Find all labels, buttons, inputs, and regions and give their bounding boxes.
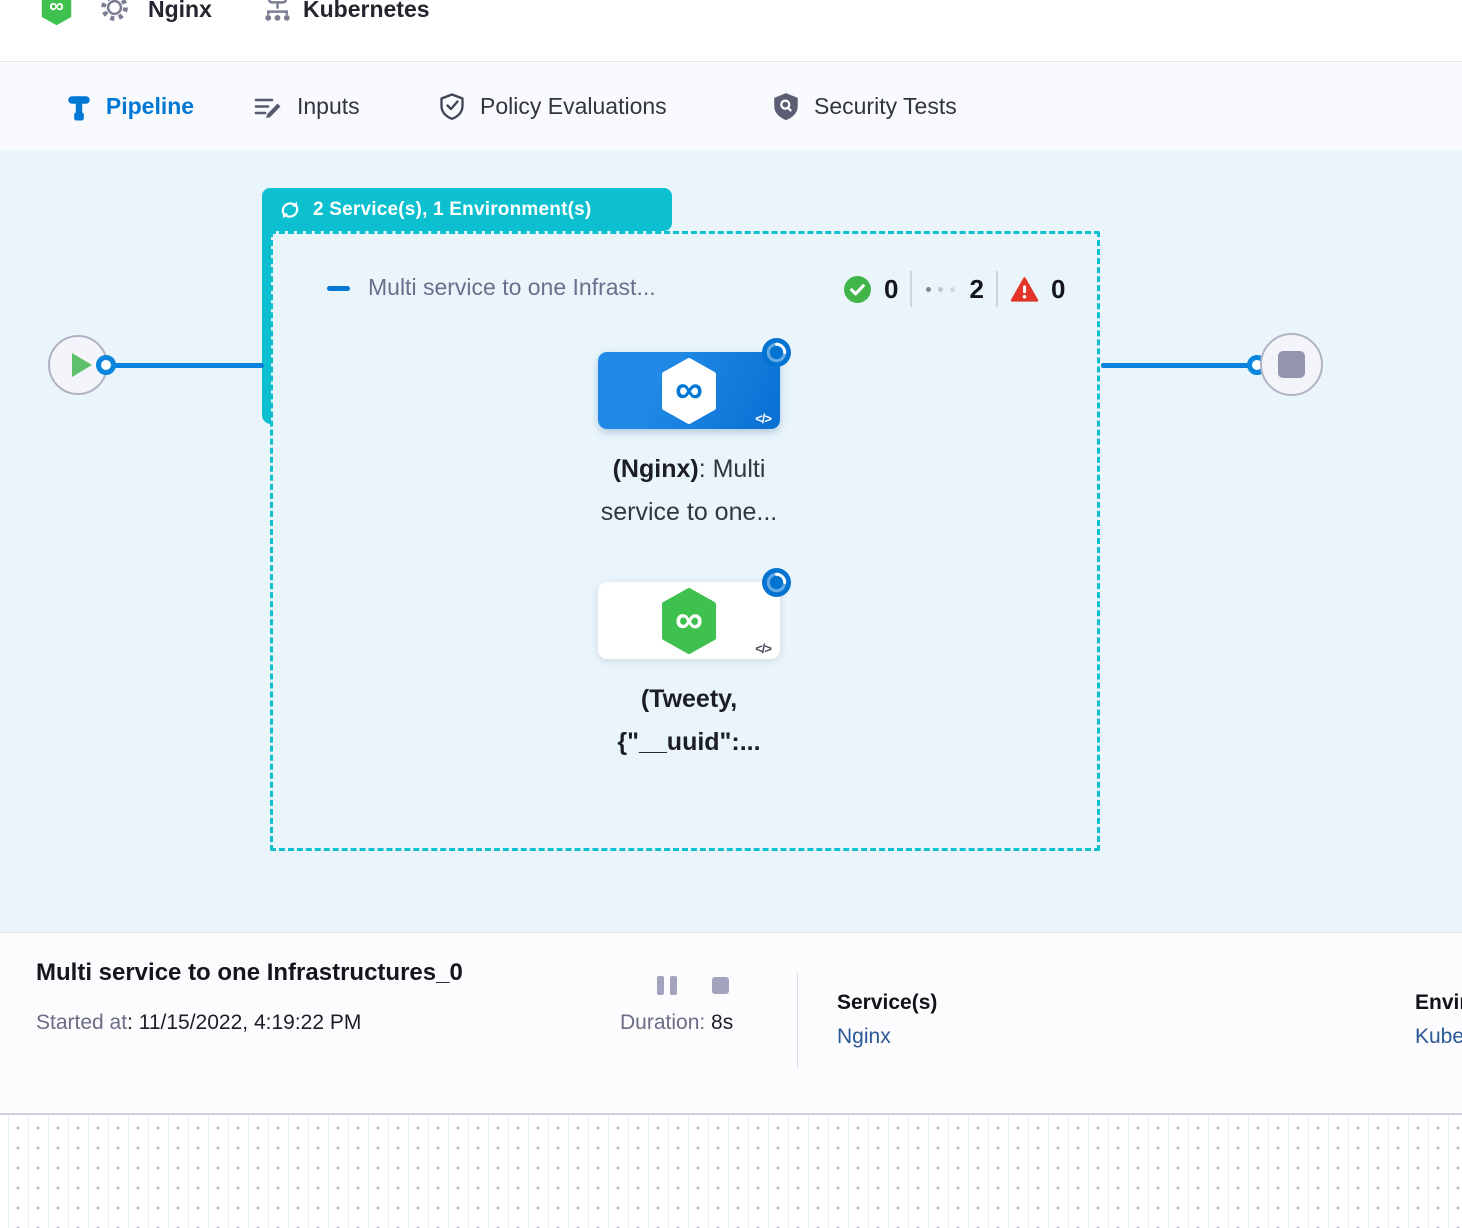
- harness-node-icon: ∞: [659, 358, 719, 424]
- services-environments-badge[interactable]: 2 Service(s), 1 Environment(s): [262, 188, 672, 231]
- pipeline-end-node[interactable]: [1260, 333, 1323, 396]
- execution-title: Multi service to one Infrastructures_0: [36, 959, 463, 987]
- pause-button[interactable]: [657, 976, 677, 995]
- inputs-icon: [253, 93, 283, 121]
- console-grid-area[interactable]: [0, 1113, 1462, 1228]
- stop-button[interactable]: [712, 977, 729, 994]
- warning-triangle-icon: [1010, 276, 1039, 303]
- stop-square-icon: [1278, 351, 1305, 378]
- tab-policy-evaluations-label: Policy Evaluations: [480, 93, 667, 120]
- edge-stage-to-end: [1101, 363, 1253, 368]
- node-nginx-name: (Nginx): [613, 455, 699, 483]
- infrastructure-icon[interactable]: [262, 0, 293, 23]
- svg-text:∞: ∞: [675, 368, 703, 411]
- play-icon: [72, 353, 92, 377]
- connector-dot-left[interactable]: [96, 355, 116, 375]
- breadcrumb-service-name[interactable]: Nginx: [148, 0, 212, 24]
- success-count: 0: [884, 274, 898, 305]
- environment-label: Environment(s): [1415, 991, 1462, 1015]
- svg-text:∞: ∞: [675, 598, 703, 641]
- tab-bar: Pipeline Inputs Policy Evaluations Secur…: [0, 63, 1462, 150]
- gear-icon[interactable]: [99, 0, 130, 23]
- count-divider: [910, 271, 912, 307]
- policy-shield-icon: [438, 92, 466, 121]
- duration: Duration: 8s: [620, 1011, 733, 1035]
- started-at-value: : 11/15/2022, 4:19:22 PM: [127, 1011, 361, 1034]
- tab-pipeline[interactable]: Pipeline: [38, 63, 222, 150]
- node-nginx-name-suffix: : Multi: [699, 455, 766, 483]
- loop-icon: [278, 198, 302, 222]
- breadcrumb-environment-name[interactable]: Kubernetes: [303, 0, 430, 24]
- environment-summary: Environment(s) Kubernetes: [1415, 991, 1462, 1049]
- pipeline-icon: [66, 93, 92, 121]
- node-tweety-label: (Tweety, {"__uuid":...: [489, 678, 889, 764]
- check-circle-icon: [843, 275, 872, 304]
- tab-inputs-label: Inputs: [297, 93, 360, 120]
- tab-policy-evaluations[interactable]: Policy Evaluations: [438, 63, 667, 150]
- node-tweety-name: (Tweety,: [489, 678, 889, 721]
- spinner-icon: [761, 567, 792, 598]
- services-summary: Service(s) Nginx: [837, 991, 937, 1049]
- running-count: 2: [969, 274, 983, 305]
- execution-summary-bar: Multi service to one Infrastructures_0 S…: [0, 932, 1462, 1113]
- environment-value-link[interactable]: Kubernetes: [1415, 1025, 1462, 1049]
- code-icon: </>: [755, 641, 771, 656]
- started-at-label: Started at: [36, 1011, 127, 1034]
- tab-pipeline-label: Pipeline: [106, 93, 194, 120]
- node-nginx-service[interactable]: ∞ </>: [598, 352, 780, 429]
- services-environments-badge-label: 2 Service(s), 1 Environment(s): [313, 199, 591, 221]
- tab-security-tests-label: Security Tests: [814, 93, 957, 120]
- harness-service-logo-icon: ∞: [40, 0, 73, 25]
- services-value-link[interactable]: Nginx: [837, 1025, 937, 1049]
- node-tweety-service[interactable]: ∞ </>: [598, 582, 780, 659]
- duration-value: 8s: [711, 1011, 733, 1034]
- edge-start-to-stage: [112, 363, 264, 368]
- tab-security-tests[interactable]: Security Tests: [772, 63, 957, 150]
- code-icon: </>: [755, 411, 771, 426]
- pipeline-canvas[interactable]: 2 Service(s), 1 Environment(s) Multi ser…: [0, 150, 1462, 932]
- svg-text:∞: ∞: [49, 0, 64, 18]
- stage-title[interactable]: Multi service to one Infrast...: [368, 274, 656, 301]
- footer-divider: [797, 973, 798, 1068]
- node-tweety-label-line2: {"__uuid":...: [489, 721, 889, 764]
- stage-status-counts: 0 2 0: [843, 268, 1065, 310]
- services-label: Service(s): [837, 991, 937, 1015]
- started-at: Started at: 11/15/2022, 4:19:22 PM: [36, 1011, 361, 1035]
- spinner-icon: [761, 337, 792, 368]
- breadcrumb: ∞ Nginx Kubernetes: [0, 0, 1462, 62]
- harness-node-icon: ∞: [659, 588, 719, 654]
- security-shield-icon: [772, 92, 800, 121]
- count-divider: [996, 271, 998, 307]
- tab-inputs[interactable]: Inputs: [253, 63, 360, 150]
- node-nginx-label: (Nginx): Multi service to one...: [489, 448, 889, 534]
- pipeline-execution-page: ∞ Nginx Kubernetes Pipeline: [0, 0, 1462, 1228]
- running-dots-icon: [924, 287, 957, 292]
- failed-count: 0: [1051, 274, 1065, 305]
- node-nginx-label-line2: service to one...: [489, 491, 889, 534]
- minus-collapse-icon[interactable]: [327, 286, 350, 291]
- duration-label: Duration:: [620, 1011, 711, 1034]
